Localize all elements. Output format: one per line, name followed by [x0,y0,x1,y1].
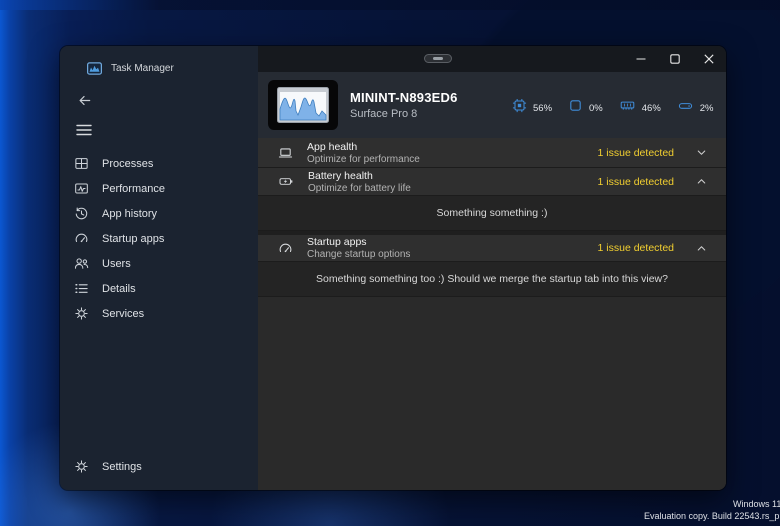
minimize-button[interactable] [624,46,658,72]
back-arrow-icon [77,93,92,108]
performance-graph-thumbnail-icon [277,87,329,123]
gear-icon [74,459,89,474]
device-header: MININT-N893ED6 Surface Pro 8 56% [258,72,726,138]
app-history-icon [74,206,89,221]
close-icon [704,54,714,64]
minimize-icon [636,54,646,64]
users-icon [74,256,89,271]
chevron-down-icon [695,146,708,159]
chevron-up-icon [695,242,708,255]
row-title: App health [307,141,420,153]
main-panel: MININT-N893ED6 Surface Pro 8 56% [258,46,726,490]
collapse-button[interactable] [688,175,714,188]
sidebar-item-label: Users [102,258,131,270]
expand-button[interactable] [688,146,714,159]
cpu-usage-value: 56% [533,103,552,114]
sidebar-nav: Processes Performance App history [60,151,258,326]
titlebar [258,46,726,72]
row-title: Battery health [308,170,411,182]
close-button[interactable] [692,46,726,72]
hamburger-icon [76,123,92,137]
row-subtitle: Optimize for performance [307,154,420,165]
sidebar-item-services[interactable]: Services [65,301,253,326]
device-model: Surface Pro 8 [350,108,500,120]
watermark-build: Evaluation copy. Build 22543.rs_prerelea… [644,511,780,521]
drag-handle-dash [433,57,443,60]
desktop-wallpaper: Task Manager Processes [0,0,780,526]
services-icon [74,306,89,321]
collapse-button[interactable] [688,242,714,255]
back-button[interactable] [69,89,99,111]
sidebar-item-performance[interactable]: Performance [65,176,253,201]
stat-memory: 46% [619,97,661,114]
sidebar-item-settings[interactable]: Settings [65,454,253,479]
startup-apps-expanded-content: Something something too :) Should we mer… [258,262,726,297]
sidebar-item-app-history[interactable]: App history [65,201,253,226]
disk-icon [677,98,694,113]
sidebar-item-details[interactable]: Details [65,276,253,301]
sidebar-item-label: App history [102,208,157,220]
sidebar-item-label: Startup apps [102,233,164,245]
sidebar-item-label: Settings [102,461,142,473]
device-names: MININT-N893ED6 Surface Pro 8 [350,90,500,120]
processes-icon [74,156,89,171]
memory-usage-value: 46% [642,103,661,114]
watermark-edition: Windows 11 Pro [733,499,780,509]
row-texts: Startup apps Change startup options [307,236,410,260]
chevron-up-icon [695,175,708,188]
maximize-icon [670,54,680,64]
health-row-battery-health[interactable]: Battery health Optimize for battery life… [258,168,726,196]
disk-usage-value: 2% [700,103,714,114]
device-thumbnail [268,80,338,130]
cpu-icon [512,98,527,113]
row-texts: Battery health Optimize for battery life [308,170,411,194]
health-rows: App health Optimize for performance 1 is… [258,138,726,490]
stat-cpu: 56% [512,97,552,114]
sidebar-item-processes[interactable]: Processes [65,151,253,176]
issue-status-badge: 1 issue detected [598,147,674,159]
startup-apps-icon [74,231,89,246]
gpu-usage-value: 0% [589,103,603,114]
task-manager-logo-icon [87,61,102,76]
stat-gpu: 0% [568,97,603,114]
row-subtitle: Optimize for battery life [308,183,411,194]
laptop-icon [278,145,293,160]
sidebar-item-label: Processes [102,158,153,170]
issue-status-badge: 1 issue detected [598,176,674,188]
app-title: Task Manager [60,60,258,76]
issue-status-badge: 1 issue detected [598,242,674,254]
battery-health-expanded-content: Something something :) [258,196,726,231]
gpu-icon [568,98,583,113]
performance-icon [74,181,89,196]
sidebar-item-label: Services [102,308,144,320]
health-row-app-health[interactable]: App health Optimize for performance 1 is… [258,138,726,168]
details-icon [74,281,89,296]
device-name: MININT-N893ED6 [350,90,500,105]
navigation-menu-button[interactable] [68,117,100,143]
stat-disk: 2% [677,97,714,114]
usage-stats: 56% 0% 46% [512,97,726,114]
health-row-startup-apps[interactable]: Startup apps Change startup options 1 is… [258,235,726,262]
app-title-label: Task Manager [111,63,174,74]
empty-content-area [258,297,726,490]
sidebar-item-label: Details [102,283,136,295]
drag-handle[interactable] [424,54,452,63]
gauge-icon [278,241,293,256]
sidebar-item-users[interactable]: Users [65,251,253,276]
row-subtitle: Change startup options [307,249,410,260]
sidebar-item-label: Performance [102,183,165,195]
sidebar: Task Manager Processes [60,46,258,490]
row-title: Startup apps [307,236,410,248]
battery-icon [278,174,294,189]
memory-icon [619,98,636,113]
row-texts: App health Optimize for performance [307,141,420,165]
task-manager-window: Task Manager Processes [60,46,726,490]
maximize-button[interactable] [658,46,692,72]
sidebar-item-startup-apps[interactable]: Startup apps [65,226,253,251]
